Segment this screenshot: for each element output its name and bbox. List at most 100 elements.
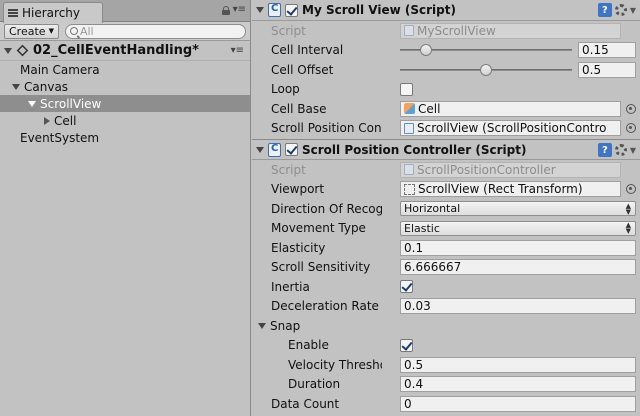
hierarchy-item[interactable]: Main Camera (0, 61, 250, 78)
cell-interval-value: 0.15 (582, 43, 609, 58)
direction-dropdown[interactable]: Horizontal ▲ ▼ (400, 201, 636, 217)
movement-dropdown[interactable]: Elastic ▲ ▼ (400, 220, 636, 236)
search-input[interactable]: All (64, 23, 246, 39)
unity-editor: Hierarchy ▾≡ Create ▼ All 02_CellEventHa… (0, 0, 640, 416)
elasticity-field[interactable]: 0.1 (400, 239, 636, 256)
prefab-icon (404, 103, 415, 115)
sensitivity-value: 6.666667 (404, 260, 462, 275)
hierarchy-item[interactable]: Canvas (0, 78, 250, 95)
create-button-label: Create (9, 24, 46, 38)
hierarchy-tab-controls: ▾≡ (221, 5, 246, 15)
scroll-position-controller-enabled-checkbox[interactable] (285, 143, 298, 156)
duration-field[interactable]: 0.4 (400, 376, 636, 393)
unity-scene-icon (16, 44, 29, 57)
prop-viewport: Viewport ScrollView (Rect Transform) (252, 180, 640, 200)
my-scroll-view-header[interactable]: My Scroll View (Script) ? ▼ (252, 0, 640, 21)
script-label: Script (271, 162, 306, 177)
hierarchy-item-label: ScrollView (40, 96, 102, 111)
scroll-position-controller-title: Scroll Position Controller (Script) (302, 142, 527, 157)
hierarchy-toolbar: Create ▼ All (0, 22, 250, 41)
prop-loop: Loop (252, 80, 640, 100)
elasticity-value: 0.1 (404, 240, 424, 255)
expand-arrow-icon[interactable] (28, 100, 36, 107)
prop-deceleration: Deceleration Rate 0.03 (252, 297, 640, 317)
hierarchy-item[interactable]: Cell (0, 112, 250, 129)
foldout-arrow-icon[interactable] (258, 322, 266, 329)
tab-menu-icon[interactable]: ▾≡ (233, 5, 246, 15)
cell-offset-value: 0.5 (582, 62, 602, 77)
expand-arrow-icon[interactable] (44, 116, 50, 125)
scroll-position-label: Scroll Position Contro (271, 121, 382, 136)
object-picker-icon[interactable] (626, 103, 636, 114)
prop-cell-interval: Cell Interval 0.15 (252, 41, 640, 61)
hierarchy-item-label: Main Camera (20, 62, 100, 77)
hierarchy-panel: Hierarchy ▾≡ Create ▼ All 02_CellEventHa… (0, 0, 251, 416)
hierarchy-item[interactable]: ScrollView (0, 95, 250, 112)
cell-interval-field[interactable]: 0.15 (578, 42, 636, 59)
object-picker-icon[interactable] (626, 123, 636, 134)
expand-arrow-icon[interactable] (12, 83, 20, 90)
deceleration-field[interactable]: 0.03 (400, 298, 636, 315)
gear-icon[interactable] (614, 4, 627, 16)
snap-label: Snap (270, 318, 301, 333)
data-count-field[interactable]: 0 (400, 395, 636, 412)
foldout-arrow-icon[interactable] (256, 146, 264, 153)
slider-thumb[interactable] (419, 44, 432, 57)
component-controls: ? ▼ (597, 143, 636, 157)
viewport-value: ScrollView (Rect Transform) (418, 182, 583, 197)
prop-direction: Direction Of Recogni Horizontal ▲ ▼ (252, 199, 640, 219)
snap-enable-checkbox[interactable] (400, 338, 413, 352)
object-picker-icon[interactable] (626, 184, 636, 195)
prop-scroll-position: Scroll Position Contro ScrollView (Scrol… (252, 119, 640, 139)
prop-sensitivity: Scroll Sensitivity 6.666667 (252, 258, 640, 278)
hierarchy-tree: Main Camera Canvas ScrollView Cell EventSyst… (0, 61, 250, 146)
slider-thumb[interactable] (480, 63, 492, 76)
search-icon (69, 27, 78, 35)
scroll-position-field[interactable]: ScrollView (ScrollPositionContro (400, 120, 621, 137)
scroll-position-controller-header[interactable]: Scroll Position Controller (Script) ? ▼ (252, 139, 640, 160)
my-scroll-view-title: My Scroll View (Script) (302, 3, 456, 17)
viewport-field[interactable]: ScrollView (Rect Transform) (400, 181, 621, 198)
inertia-checkbox[interactable] (400, 280, 413, 294)
velocity-field[interactable]: 0.5 (400, 356, 636, 373)
expand-arrow-icon[interactable] (4, 47, 12, 54)
deceleration-label: Deceleration Rate (271, 299, 379, 314)
sensitivity-field[interactable]: 6.666667 (400, 259, 636, 276)
cell-interval-label: Cell Interval (271, 43, 344, 58)
cell-offset-field[interactable]: 0.5 (578, 61, 636, 78)
create-button[interactable]: Create ▼ (4, 23, 59, 39)
script-asset-icon (404, 164, 414, 176)
cell-offset-slider[interactable] (400, 62, 572, 78)
prop-snap-enable: Enable (252, 336, 640, 356)
my-scroll-view-enabled-checkbox[interactable] (285, 3, 298, 17)
prop-movement: Movement Type Elastic ▲ ▼ (252, 219, 640, 239)
loop-checkbox[interactable] (400, 82, 413, 96)
direction-value: Horizontal (404, 202, 461, 216)
list-icon (8, 9, 18, 17)
cell-base-field[interactable]: Cell (400, 100, 621, 117)
help-icon[interactable]: ? (597, 143, 612, 157)
hierarchy-item-label: EventSystem (20, 130, 100, 145)
cell-base-value: Cell (418, 101, 441, 116)
rect-transform-icon (404, 183, 415, 195)
cell-interval-slider[interactable] (400, 42, 572, 58)
scene-menu-icon[interactable]: ▾≡ (231, 45, 244, 56)
hierarchy-item[interactable]: EventSystem (0, 129, 250, 146)
scene-row[interactable]: 02_CellEventHandling* ▾≡ (0, 41, 250, 61)
movement-value: Elastic (404, 221, 440, 235)
script-asset-icon (404, 25, 414, 37)
foldout-arrow-icon[interactable] (256, 7, 264, 13)
lock-icon[interactable] (221, 5, 230, 15)
scene-name: 02_CellEventHandling* (33, 43, 199, 58)
gear-dropdown-icon: ▼ (629, 145, 636, 155)
data-count-value: 0 (404, 396, 412, 411)
help-icon[interactable]: ? (597, 3, 612, 17)
cell-offset-label: Cell Offset (271, 62, 334, 77)
prop-data-count: Data Count 0 (252, 394, 640, 414)
snap-foldout[interactable]: Snap (252, 316, 640, 336)
hierarchy-tab-label: Hierarchy (22, 6, 81, 20)
gear-icon[interactable] (614, 144, 627, 156)
duration-value: 0.4 (404, 377, 424, 392)
hierarchy-tab[interactable]: Hierarchy (3, 2, 103, 23)
prop-script: Script MyScrollView (252, 21, 640, 41)
